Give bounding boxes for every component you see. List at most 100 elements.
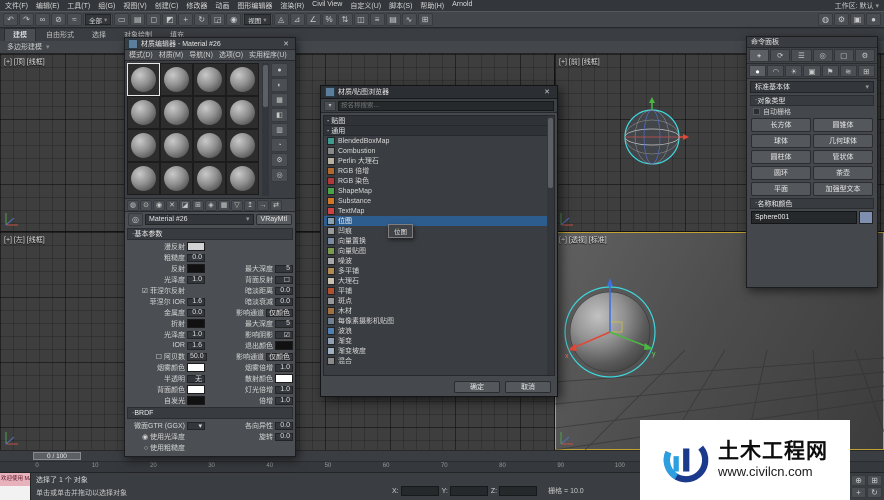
param-value[interactable]: 0.0 [187, 309, 205, 317]
select-and-scale-icon[interactable]: ◲ [210, 13, 225, 26]
layer-manager-icon[interactable]: ▤ [386, 13, 401, 26]
listener-pane[interactable] [0, 486, 30, 500]
go-to-parent-icon[interactable]: ↥ [244, 200, 256, 211]
schematic-view-icon[interactable]: ⊞ [418, 13, 433, 26]
material-sample-slot[interactable] [193, 129, 226, 162]
show-map-in-viewport-icon[interactable]: ▦ [218, 200, 230, 211]
color-swatch[interactable] [187, 264, 205, 273]
assign-material-icon[interactable]: ◉ [153, 200, 165, 211]
param-value-right[interactable]: 1.0 [275, 386, 293, 394]
selection-filter-dropdown[interactable]: 全部 [83, 13, 113, 26]
menu-item[interactable]: 工具(T) [67, 1, 90, 11]
color-swatch[interactable] [187, 363, 205, 372]
primitive-category-dropdown[interactable]: 标准基本体 [750, 81, 874, 93]
menu-item[interactable]: Arnold [452, 1, 472, 11]
map-list-item[interactable]: RGB 染色 [324, 176, 547, 186]
macro-recorder-pane[interactable]: 欢迎使用 MAXScript [0, 473, 30, 486]
menu-item[interactable]: Civil View [312, 1, 342, 11]
map-list-item[interactable]: 凹痕 [324, 226, 547, 236]
unlink-selection-icon[interactable]: ⊘ [51, 13, 66, 26]
material-map-navigator-icon[interactable]: ⇄ [270, 200, 282, 211]
select-by-name-icon[interactable]: ▤ [130, 13, 145, 26]
reference-coordinate-dropdown[interactable]: 视图 [242, 13, 272, 26]
map-list-item[interactable]: RGB 倍增 [324, 166, 547, 176]
menu-item[interactable]: 修改器 [186, 1, 207, 11]
material-sample-slot[interactable] [127, 96, 160, 129]
map-list-item[interactable]: 向量贴图 [324, 246, 547, 256]
map-list-item[interactable]: - 贴图 [324, 116, 547, 126]
make-preview-icon[interactable]: ◔ [271, 138, 288, 152]
browser-options-icon[interactable]: ▾ [324, 101, 336, 111]
pick-material-icon[interactable]: ◎ [128, 213, 143, 226]
primitive-button[interactable]: 茶壶 [813, 166, 873, 180]
material-sample-slot[interactable] [226, 63, 259, 96]
rollout-header[interactable]: 基本参数 [127, 228, 293, 240]
menu-item[interactable]: 渲染(R) [280, 1, 304, 11]
make-unique-icon[interactable]: ◪ [179, 200, 191, 211]
param-value[interactable]: ▾ [187, 422, 205, 430]
select-object-icon[interactable]: ▭ [114, 13, 129, 26]
map-list-item[interactable]: BlendedBoxMap [324, 136, 547, 146]
material-editor-menu-item[interactable]: 选项(O) [219, 50, 243, 60]
menu-item[interactable]: 自定义(U) [350, 1, 381, 11]
ribbon-tab[interactable]: 自由形式 [38, 29, 82, 41]
cameras-icon[interactable]: ▣ [803, 65, 820, 77]
motion-tab-icon[interactable]: ◎ [813, 49, 833, 62]
map-list-item[interactable]: 木材 [324, 306, 547, 316]
material-id-icon[interactable]: ◈ [205, 200, 217, 211]
material-editor-menu-item[interactable]: 导航(N) [189, 50, 213, 60]
orbit-icon[interactable]: ↻ [867, 487, 882, 498]
material-sample-slot[interactable] [127, 129, 160, 162]
param-value-right[interactable]: 仅颜色 [266, 309, 293, 317]
select-and-link-icon[interactable]: ∞ [35, 13, 50, 26]
material-sample-slot[interactable] [160, 63, 193, 96]
select-and-place-icon[interactable]: ◉ [226, 13, 241, 26]
menu-item[interactable]: 帮助(H) [420, 1, 444, 11]
display-tab-icon[interactable]: ▢ [834, 49, 854, 62]
utilities-tab-icon[interactable]: ⚙ [855, 49, 875, 62]
material-sample-slot[interactable] [193, 96, 226, 129]
param-value-right[interactable]: ☑ [275, 331, 293, 339]
material-sample-slot[interactable] [226, 96, 259, 129]
helpers-icon[interactable]: ⚑ [822, 65, 839, 77]
name-color-rollout[interactable]: 名称和颜色 [750, 198, 874, 209]
render-icon[interactable]: ● [866, 13, 881, 26]
use-pivot-point-icon[interactable]: ◬ [274, 13, 289, 26]
param-value[interactable]: 50.0 [187, 353, 207, 361]
primitive-button[interactable]: 圆柱体 [751, 150, 811, 164]
material-sample-slot[interactable] [193, 162, 226, 195]
color-swatch-right[interactable] [275, 374, 293, 383]
cancel-button[interactable]: 取消 [505, 381, 551, 393]
rectangular-selection-region-icon[interactable]: ◻ [146, 13, 161, 26]
material-sample-slot[interactable] [160, 129, 193, 162]
map-list-item[interactable]: 渐变坡度 [324, 346, 547, 356]
map-list-item[interactable]: Substance [324, 196, 547, 206]
time-slider-handle[interactable]: 0 / 100 [33, 452, 81, 460]
param-value[interactable]: 0.0 [187, 254, 205, 262]
ok-button[interactable]: 确定 [454, 381, 500, 393]
color-swatch[interactable] [187, 396, 205, 405]
primitive-button[interactable]: 圆锥体 [813, 118, 873, 132]
material-type-button[interactable]: VRayMtl [256, 214, 292, 225]
object-type-rollout[interactable]: 对象类型 [750, 95, 874, 106]
material-sample-slot[interactable] [226, 162, 259, 195]
primitive-button[interactable]: 几何球体 [813, 134, 873, 148]
show-end-result-icon[interactable]: ▽ [231, 200, 243, 211]
systems-icon[interactable]: ⊞ [858, 65, 875, 77]
search-input[interactable] [338, 101, 554, 111]
param-value-right[interactable]: 0.0 [275, 422, 293, 430]
zoom-icon[interactable]: ⊕ [851, 475, 866, 486]
map-list-item[interactable]: 每像素摄影机贴图 [324, 316, 547, 326]
param-value-right[interactable]: 仅颜色 [266, 353, 293, 361]
video-color-check-icon[interactable]: ▥ [271, 123, 288, 137]
map-browser-titlebar[interactable]: 材质/贴图浏览器 ✕ [321, 86, 557, 99]
param-value-right[interactable]: 0.0 [275, 298, 293, 306]
sample-tiling-icon[interactable]: ◧ [271, 108, 288, 122]
menu-item[interactable]: 创建(C) [155, 1, 179, 11]
window-crossing-icon[interactable]: ◩ [162, 13, 177, 26]
param-value[interactable]: 1.0 [187, 331, 205, 339]
space-warps-icon[interactable]: ≋ [840, 65, 857, 77]
material-sample-slot[interactable] [127, 63, 160, 96]
redo-icon[interactable]: ↷ [19, 13, 34, 26]
object-name-input[interactable] [751, 211, 857, 224]
